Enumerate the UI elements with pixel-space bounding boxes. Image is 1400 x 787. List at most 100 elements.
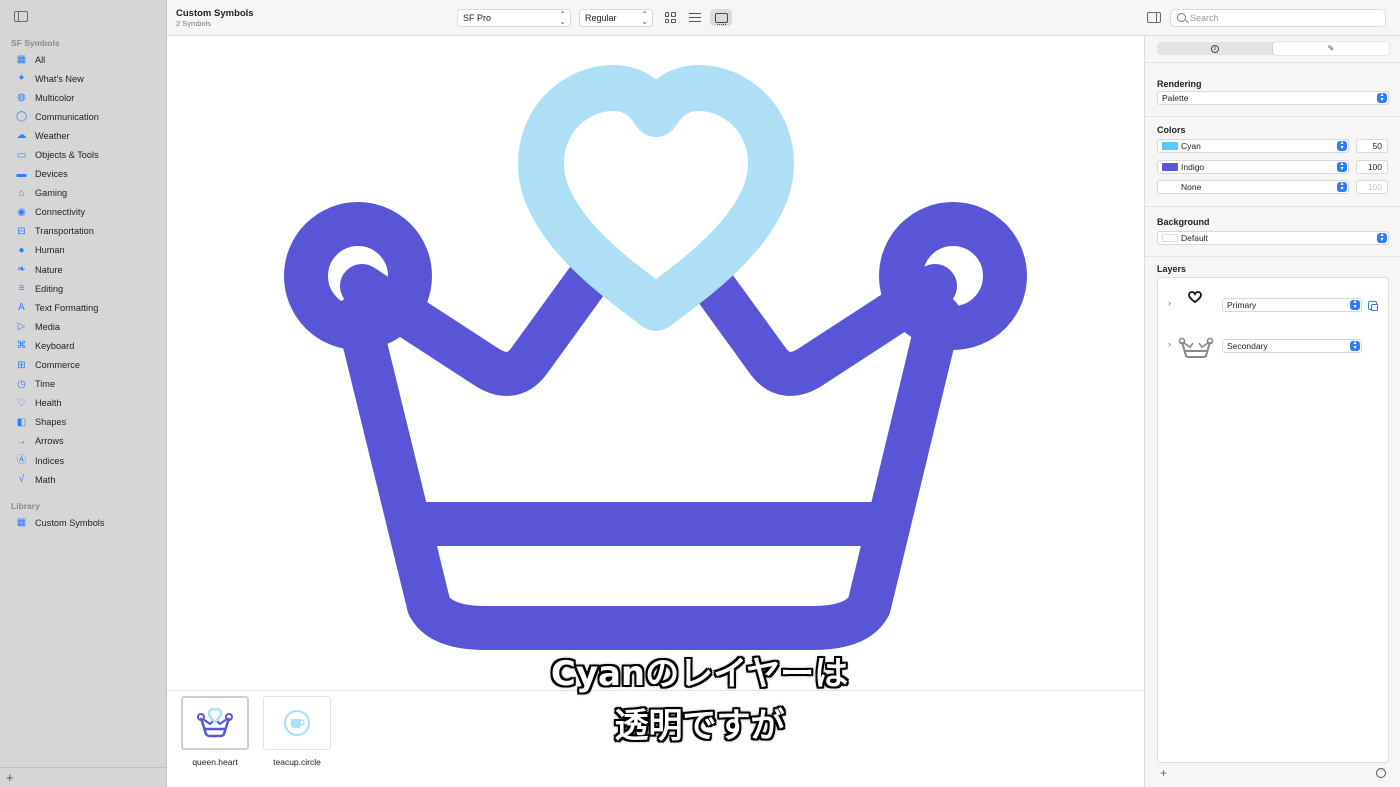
sidebar: SF Symbols ▦ All ✦ What's New ◍ Multicolor ◯ Co… bbox=[0, 0, 167, 787]
sidebar-item-media[interactable]: ▷ Media bbox=[0, 317, 167, 336]
colors-heading: Colors bbox=[1157, 125, 1186, 135]
sidebar-item-transportation[interactable]: ⊟ Transportation bbox=[0, 222, 167, 241]
font-select[interactable]: SF Pro ⌃ ⌄ bbox=[457, 9, 571, 27]
sidebar-item-nature[interactable]: ❧ Nature bbox=[0, 260, 167, 279]
chevron-updown-icon: ▴ ▾ bbox=[1350, 340, 1360, 351]
car-icon: ⊟ bbox=[17, 225, 26, 237]
command-icon: ⌘ bbox=[16, 340, 27, 352]
sidebar-item-label: Nature bbox=[35, 264, 63, 275]
sidebar-item-weather[interactable]: ☁ Weather bbox=[0, 126, 167, 145]
paintbrush-icon: ✎ bbox=[1327, 44, 1335, 53]
sidebar-toggle-icon[interactable] bbox=[14, 11, 28, 22]
info-icon: i bbox=[1211, 44, 1219, 53]
sidebar-item-gaming[interactable]: ⌂ Gaming bbox=[0, 184, 167, 203]
sidebar-item-editing[interactable]: ≡ Editing bbox=[0, 279, 167, 298]
sidebar-category-list: ▦ All ✦ What's New ◍ Multicolor ◯ Communication… bbox=[0, 50, 167, 489]
sidebar-item-indices[interactable]: Ⓐ Indices bbox=[0, 451, 167, 470]
sidebar-item-human[interactable]: ● Human bbox=[0, 241, 167, 260]
weight-select-value: Regular bbox=[585, 13, 617, 23]
duplicate-icon[interactable] bbox=[1368, 301, 1378, 311]
sidebar-item-label: Text Formatting bbox=[35, 302, 99, 313]
layer-value: Secondary bbox=[1227, 341, 1268, 351]
sidebar-section-library: Library bbox=[11, 501, 40, 511]
color-popup-1[interactable]: Cyan ▴ ▾ bbox=[1157, 139, 1349, 153]
color-opacity-1[interactable]: 50 bbox=[1356, 139, 1388, 153]
layer-value: Primary bbox=[1227, 300, 1257, 310]
sidebar-item-label: Gaming bbox=[35, 188, 68, 199]
a-circle-icon: Ⓐ bbox=[16, 455, 27, 467]
layer-secondary-popup[interactable]: Secondary ▴ ▾ bbox=[1222, 339, 1362, 353]
sidebar-item-label: Editing bbox=[35, 283, 64, 294]
sidebar-item-time[interactable]: ◷ Time bbox=[0, 375, 167, 394]
color-swatch bbox=[1162, 163, 1178, 171]
add-icon[interactable]: + bbox=[6, 770, 14, 785]
search-field[interactable] bbox=[1170, 9, 1386, 27]
sidebar-item-label: Health bbox=[35, 398, 62, 409]
antenna-icon: ◉ bbox=[17, 206, 26, 218]
gallery-view-button[interactable] bbox=[710, 9, 732, 26]
rendering-mode-value: Palette bbox=[1162, 93, 1189, 103]
chevron-updown-icon: ▴ ▾ bbox=[1350, 299, 1360, 310]
sidebar-item-custom-symbols[interactable]: ▦ Custom Symbols bbox=[0, 513, 167, 532]
toolbar: Custom Symbols 2 Symbols SF Pro ⌃ ⌄ Regul… bbox=[167, 0, 1400, 36]
color-popup-3[interactable]: None ▴ ▾ bbox=[1157, 180, 1349, 194]
list-view-button[interactable] bbox=[684, 9, 706, 26]
desktop-icon: ▬ bbox=[16, 168, 27, 180]
sidebar-item-communication[interactable]: ◯ Communication bbox=[0, 107, 167, 126]
sidebar-item-shapes[interactable]: ◧ Shapes bbox=[0, 413, 167, 432]
subtitle-line-2: 透明ですが bbox=[614, 706, 785, 746]
sidebar-item-label: Commerce bbox=[35, 360, 80, 371]
sidebar-item-math[interactable]: √ Math bbox=[0, 470, 167, 489]
sidebar-item-devices[interactable]: ▬ Devices bbox=[0, 165, 167, 184]
sidebar-item-label: Media bbox=[35, 321, 61, 332]
rendering-mode-popup[interactable]: Palette ▴ ▾ bbox=[1157, 91, 1389, 105]
grid-view-button[interactable] bbox=[659, 9, 681, 26]
chevron-updown-icon: ⌃ ⌄ bbox=[641, 10, 648, 26]
subtitle-line-1: Cyanのレイヤーは bbox=[550, 654, 849, 694]
symbol-preview-canvas bbox=[167, 36, 1144, 690]
inspector-panel: i ✎ Rendering Palette ▴ ▾ Colors Cyan ▴ ▾ … bbox=[1144, 36, 1400, 787]
grid-icon: ▦ bbox=[16, 54, 27, 66]
sidebar-item-text-formatting[interactable]: A Text Formatting bbox=[0, 298, 167, 317]
sqrt-icon: √ bbox=[18, 474, 25, 486]
gallery-view-icon bbox=[714, 12, 728, 25]
inspector-toggle-icon[interactable] bbox=[1147, 12, 1161, 23]
symbol-count: 2 Symbols bbox=[176, 19, 212, 28]
slider-icon: ≡ bbox=[18, 283, 25, 295]
sidebar-item-arrows[interactable]: → Arrows bbox=[0, 432, 167, 451]
sidebar-item-what-s-new[interactable]: ✦ What's New bbox=[0, 69, 167, 88]
sidebar-section-sf-symbols: SF Symbols bbox=[11, 38, 60, 48]
folder-icon: ▭ bbox=[16, 149, 27, 161]
sidebar-item-label: Keyboard bbox=[35, 340, 75, 351]
sidebar-item-health[interactable]: ♡ Health bbox=[0, 394, 167, 413]
tab-info[interactable]: i bbox=[1157, 42, 1273, 55]
chevron-updown-icon: ▴ ▾ bbox=[1337, 140, 1347, 151]
weight-select[interactable]: Regular ⌃ ⌄ bbox=[579, 9, 653, 27]
sidebar-item-multicolor[interactable]: ◍ Multicolor bbox=[0, 88, 167, 107]
sidebar-item-label: Shapes bbox=[35, 417, 67, 428]
add-layer-icon[interactable]: + bbox=[1160, 766, 1167, 780]
rendering-heading: Rendering bbox=[1157, 79, 1202, 89]
search-input[interactable] bbox=[1190, 12, 1380, 24]
queen-heart-symbol bbox=[284, 65, 1027, 650]
color-opacity-2[interactable]: 100 bbox=[1356, 160, 1388, 174]
sidebar-item-keyboard[interactable]: ⌘ Keyboard bbox=[0, 336, 167, 355]
more-options-icon[interactable]: ··· bbox=[1376, 768, 1386, 778]
tab-rendering[interactable]: ✎ bbox=[1273, 42, 1389, 55]
background-popup[interactable]: Default ▴ ▾ bbox=[1157, 231, 1389, 245]
cloud-icon: ☁ bbox=[16, 130, 27, 142]
sidebar-item-commerce[interactable]: ⊞ Commerce bbox=[0, 356, 167, 375]
chevron-right-icon[interactable]: › bbox=[1168, 298, 1171, 308]
layers-list: › Primary ▴ ▾ › Secondary ▴ ▾ bbox=[1157, 277, 1389, 763]
sidebar-item-objects-tools[interactable]: ▭ Objects & Tools bbox=[0, 145, 167, 164]
sidebar-item-connectivity[interactable]: ◉ Connectivity bbox=[0, 203, 167, 222]
layer-primary-popup[interactable]: Primary ▴ ▾ bbox=[1222, 298, 1362, 312]
sidebar-item-all[interactable]: ▦ All bbox=[0, 50, 167, 69]
sidebar-item-label: Human bbox=[35, 245, 65, 256]
arrow-right-icon: → bbox=[16, 435, 27, 447]
chevron-right-icon[interactable]: › bbox=[1168, 339, 1171, 349]
background-heading: Background bbox=[1157, 217, 1210, 227]
color-popup-2[interactable]: Indigo ▴ ▾ bbox=[1157, 160, 1349, 174]
crown-layer-icon bbox=[1178, 337, 1214, 358]
color-swatch bbox=[1162, 142, 1178, 150]
